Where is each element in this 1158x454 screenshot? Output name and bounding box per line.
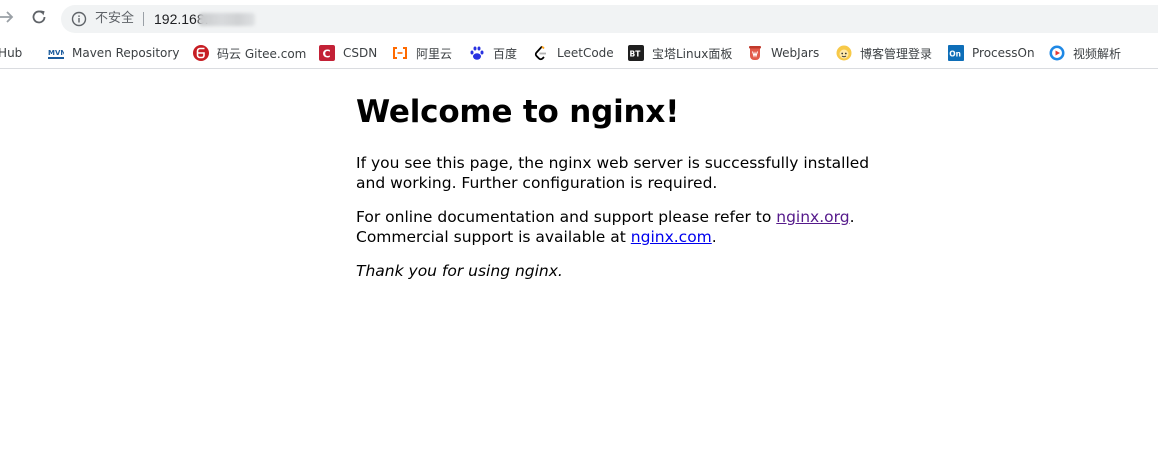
bookmark-gitee[interactable]: 码云 Gitee.com (193, 43, 306, 63)
bookmark-aliyun[interactable]: 阿里云 (392, 43, 452, 63)
redacted-url-part (199, 13, 255, 26)
leetcode-icon (533, 45, 549, 61)
mvn-icon: MVN (48, 45, 64, 61)
nginx-org-link[interactable]: nginx.org (776, 208, 849, 226)
security-status-label[interactable]: 不安全 (95, 11, 134, 27)
video-icon (1049, 45, 1065, 61)
bookmark-label: Maven Repository (72, 46, 180, 60)
bookmark-blog-admin[interactable]: 博客管理登录 (836, 43, 932, 63)
bookmark-label: 博客管理登录 (860, 46, 933, 61)
support-text-period: . (849, 208, 855, 226)
address-bar[interactable]: 不安全 192.168. (61, 5, 1158, 33)
address-separator (143, 12, 144, 26)
intro-paragraph: If you see this page, the nginx web serv… (356, 154, 870, 192)
bookmark-baidu[interactable]: 百度 (469, 43, 517, 63)
bookmark-processon[interactable]: On ProcessOn (948, 43, 1035, 63)
support-text: For online documentation and support ple… (356, 208, 777, 226)
bookmark-label: 阿里云 (416, 46, 453, 61)
bookmark-leetcode[interactable]: LeetCode (533, 43, 614, 63)
bookmark-label: WebJars (771, 46, 820, 60)
aliyun-icon (392, 45, 408, 61)
svg-text:MVN: MVN (48, 49, 64, 57)
gitee-icon (193, 45, 209, 61)
bookmark-csdn[interactable]: C CSDN (319, 43, 377, 63)
bookmark-label: 码云 Gitee.com (217, 46, 307, 61)
bookmark-bt-panel[interactable]: BT 宝塔Linux面板 (628, 43, 732, 63)
bookmark-label: LeetCode (557, 46, 614, 60)
bookmark-github[interactable]: itHub (0, 43, 22, 63)
bookmarks-bar: itHub MVN Maven Repository 码云 Gitee.com … (0, 38, 1158, 69)
arrow-right-icon (0, 8, 15, 30)
thank-you-text: Thank you for using nginx. (356, 262, 563, 280)
bookmark-webjars[interactable]: WebJars (747, 43, 819, 63)
commercial-support-period: . (711, 228, 717, 246)
reload-button[interactable] (27, 7, 51, 31)
bookmark-maven-repository[interactable]: MVN Maven Repository (48, 43, 179, 63)
info-icon[interactable] (71, 11, 87, 27)
baidu-icon (469, 45, 485, 61)
bt-icon: BT (628, 45, 644, 61)
bookmark-label: 视频解析 (1073, 46, 1122, 61)
processon-icon: On (948, 45, 964, 61)
bookmark-video-parse[interactable]: 视频解析 (1049, 43, 1121, 63)
nginx-com-link[interactable]: nginx.com (631, 228, 712, 246)
csdn-icon: C (319, 45, 335, 61)
bookmark-label: 百度 (493, 46, 518, 61)
svg-text:On: On (949, 50, 961, 59)
browser-toolbar: 不安全 192.168. (0, 0, 1158, 38)
blog-icon (836, 45, 852, 61)
forward-button[interactable] (0, 7, 18, 31)
commercial-support-text: Commercial support is available at (356, 228, 631, 246)
bookmark-label: CSDN (343, 46, 378, 60)
bookmark-label: ProcessOn (972, 46, 1035, 60)
reload-icon (30, 8, 48, 30)
support-paragraph: For online documentation and support ple… (356, 207, 876, 247)
page-content: Welcome to nginx! If you see this page, … (356, 72, 876, 281)
svg-text:BT: BT (630, 50, 642, 59)
page-title: Welcome to nginx! (356, 94, 680, 130)
webjars-icon (747, 45, 763, 61)
svg-text:C: C (323, 48, 331, 61)
bookmark-label: itHub (0, 46, 23, 60)
bookmark-label: 宝塔Linux面板 (652, 46, 733, 61)
